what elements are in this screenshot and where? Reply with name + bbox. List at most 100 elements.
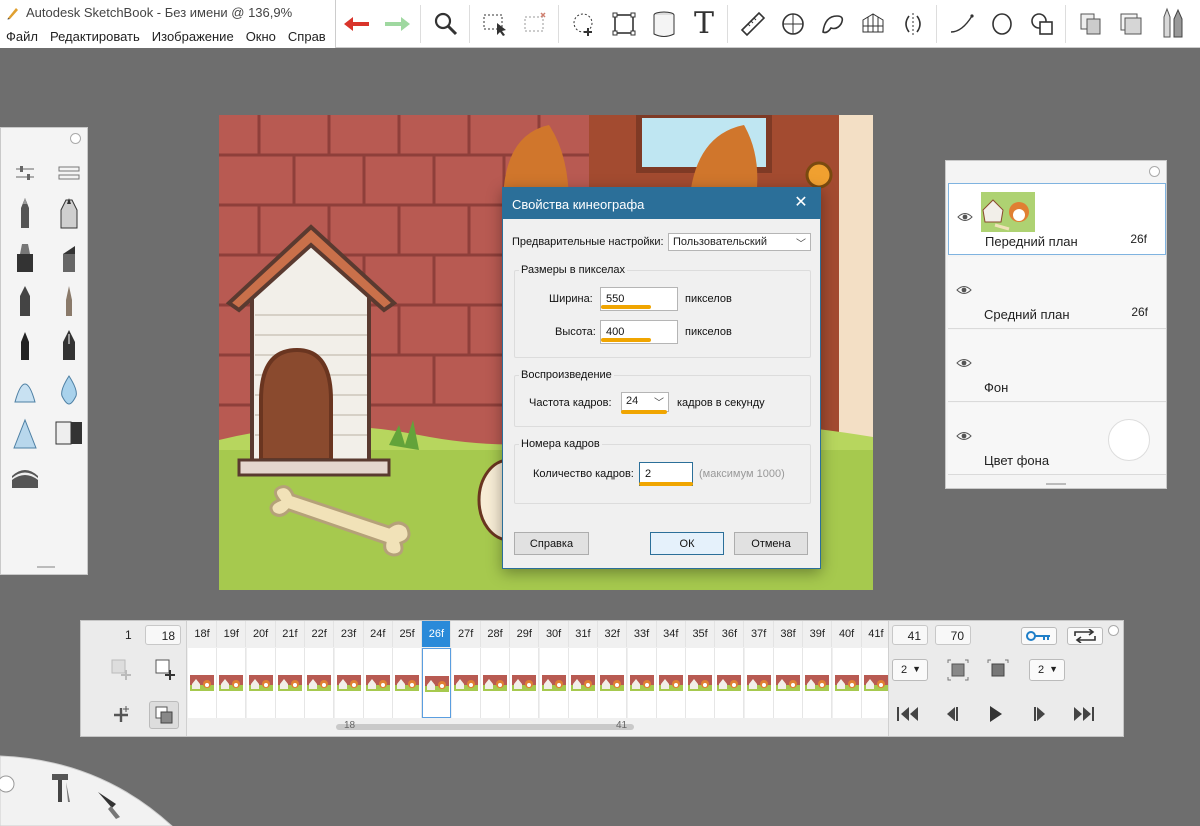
frame-header[interactable]: 29f	[510, 621, 540, 647]
select-icon[interactable]	[476, 4, 514, 44]
onion-skin-icon[interactable]	[149, 701, 179, 729]
frame-cell[interactable]	[861, 648, 891, 718]
layer-row-foreground[interactable]: Передний план 26f	[948, 183, 1166, 255]
shape-icon[interactable]	[1023, 4, 1061, 44]
fineliner-icon[interactable]	[9, 328, 41, 362]
frame-cell[interactable]	[510, 648, 540, 718]
add-empty-frame-icon[interactable]	[151, 655, 179, 683]
frame-cell[interactable]	[832, 648, 862, 718]
frame-cell[interactable]	[774, 648, 803, 718]
frame-header[interactable]: 19f	[217, 621, 247, 647]
timeline-scrollbar[interactable]: 18 41	[188, 720, 888, 734]
add-layer-icon[interactable]	[107, 701, 135, 729]
brush-palette-icon[interactable]	[1152, 4, 1190, 44]
frame-cell[interactable]	[334, 648, 364, 718]
brush-palette-close-button[interactable]	[70, 133, 81, 144]
visibility-eye-icon[interactable]	[956, 358, 972, 368]
fill-icon[interactable]	[645, 4, 683, 44]
frame-cell[interactable]	[598, 648, 628, 718]
tools-hammer-icon[interactable]	[48, 772, 74, 804]
perspective-icon[interactable]	[854, 4, 892, 44]
frame-header[interactable]: 32f	[598, 621, 628, 647]
frame-header[interactable]: 36f	[715, 621, 745, 647]
frame-header[interactable]: 31f	[569, 621, 598, 647]
frame-cell[interactable]	[627, 648, 657, 718]
layer-row-background[interactable]: Фон	[948, 330, 1166, 402]
frame-header[interactable]: 28f	[481, 621, 510, 647]
layers-icon[interactable]	[1112, 4, 1150, 44]
presets-select[interactable]: Пользовательский ﹀	[668, 233, 811, 251]
timeline-total-frames-field[interactable]: 70	[935, 625, 971, 645]
frame-cell[interactable]	[451, 648, 481, 718]
ellipse-shape-icon[interactable]	[983, 4, 1021, 44]
frame-header[interactable]: 20f	[247, 621, 276, 647]
frame-header[interactable]: 33f	[628, 621, 657, 647]
ellipse-guide-icon[interactable]	[774, 4, 812, 44]
cancel-button[interactable]: Отмена	[734, 532, 808, 555]
undo-icon[interactable]	[338, 4, 376, 44]
chisel-marker-icon[interactable]	[53, 240, 85, 274]
ballpoint-brush-icon[interactable]	[53, 196, 85, 230]
help-button[interactable]: Справка	[514, 532, 589, 555]
menu-help[interactable]: Справ	[288, 29, 326, 44]
frame-cell[interactable]	[422, 648, 452, 718]
frame-header[interactable]: 18f	[188, 621, 217, 647]
frame-header[interactable]: 30f	[540, 621, 569, 647]
layer-row-midground[interactable]: Средний план 26f	[948, 257, 1166, 329]
frame-header[interactable]: 37f	[745, 621, 774, 647]
step-forward-dropdown[interactable]: 2 ▼	[1029, 659, 1065, 681]
loop-icon[interactable]	[1067, 627, 1103, 645]
frame-cell[interactable]	[715, 648, 745, 718]
go-to-end-icon[interactable]	[1071, 703, 1097, 725]
brush-lagoon-icon[interactable]	[96, 790, 122, 820]
frame-cell[interactable]	[275, 648, 305, 718]
calligraphy-pen-icon[interactable]	[53, 328, 85, 362]
key-icon[interactable]	[1021, 627, 1057, 645]
frame-cell[interactable]	[539, 648, 569, 718]
crop-icon[interactable]	[516, 4, 554, 44]
go-to-start-icon[interactable]	[895, 703, 921, 725]
copy-icon[interactable]	[1072, 4, 1110, 44]
brush-library-icon[interactable]	[53, 156, 85, 190]
play-icon[interactable]	[983, 703, 1009, 725]
hard-eraser-icon[interactable]	[9, 460, 41, 494]
visibility-eye-icon[interactable]	[956, 285, 972, 295]
inking-pen-icon[interactable]	[9, 284, 41, 318]
previous-frame-icon[interactable]	[939, 703, 965, 725]
frame-header[interactable]: 39f	[803, 621, 833, 647]
background-color-swatch[interactable]	[1108, 419, 1150, 461]
water-drop-icon[interactable]	[53, 372, 85, 406]
layer-row-background-color[interactable]: Цвет фона	[948, 403, 1166, 475]
frame-header[interactable]: 34f	[657, 621, 686, 647]
text-icon[interactable]: T	[685, 4, 723, 44]
marker-brush-icon[interactable]	[9, 240, 41, 274]
ghost-previous-icon[interactable]	[947, 659, 969, 681]
distort-icon[interactable]	[605, 4, 643, 44]
frame-cell[interactable]	[246, 648, 276, 718]
frame-header[interactable]: 22f	[305, 621, 335, 647]
timeline-view-end-field[interactable]: 41	[892, 625, 928, 645]
layers-panel-grip[interactable]	[1046, 483, 1066, 485]
transform-icon[interactable]	[565, 4, 603, 44]
airbrush-icon[interactable]	[9, 372, 41, 406]
frame-header[interactable]: 40f	[833, 621, 862, 647]
stroke-icon[interactable]	[943, 4, 981, 44]
frame-cell[interactable]	[217, 648, 247, 718]
frame-cell[interactable]	[481, 648, 510, 718]
frame-header[interactable]: 23f	[335, 621, 364, 647]
fps-select[interactable]: 24 ﹀	[621, 392, 669, 412]
frame-cell[interactable]	[744, 648, 774, 718]
frame-cell[interactable]	[803, 648, 833, 718]
pencil-brush-icon[interactable]	[9, 196, 41, 230]
frame-header[interactable]: 38f	[774, 621, 803, 647]
frame-cell[interactable]	[686, 648, 716, 718]
frame-cell[interactable]	[188, 648, 217, 718]
menu-image[interactable]: Изображение	[152, 29, 234, 44]
visibility-eye-icon[interactable]	[956, 431, 972, 441]
eraser-icon[interactable]	[53, 416, 85, 450]
frame-header[interactable]: 26f	[422, 621, 452, 647]
timeline-scroll-thumb[interactable]	[336, 724, 634, 730]
zoom-icon[interactable]	[427, 4, 465, 44]
menu-window[interactable]: Окно	[246, 29, 276, 44]
frame-header[interactable]: 41f	[862, 621, 891, 647]
